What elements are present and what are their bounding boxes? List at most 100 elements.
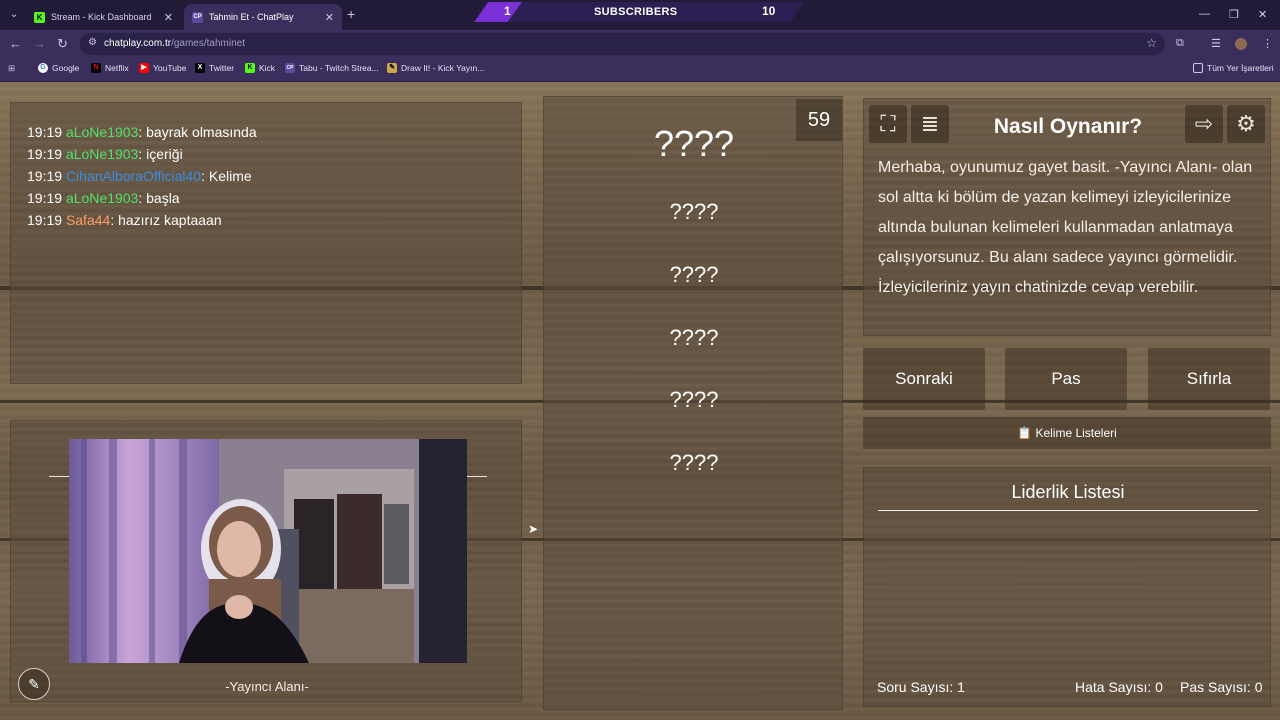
bookmark-label: Twitter (209, 63, 235, 73)
divider-line (49, 476, 69, 477)
close-icon[interactable]: ✕ (164, 11, 173, 24)
bookmark-label: Kick (259, 63, 276, 73)
hidden-forbidden-word: ???? (669, 262, 719, 287)
reload-icon[interactable]: ↻ (57, 36, 68, 52)
leaderboard-panel: Liderlik Listesi Soru Sayısı: 1 Hata Say… (863, 467, 1271, 707)
tab-title: Tahmin Et - ChatPlay (209, 12, 294, 22)
chat-user: Safa44 (65, 212, 111, 228)
hidden-forbidden-word: ???? (669, 325, 719, 350)
window-close-icon[interactable]: ✕ (1258, 8, 1267, 21)
google-icon: G (38, 63, 48, 73)
divider-line (878, 510, 1258, 511)
reset-button[interactable]: Sıfırla (1148, 348, 1270, 410)
chat-time: 19:19 (27, 190, 63, 206)
word-lists-button[interactable]: 📋 Kelime Listeleri (863, 417, 1271, 449)
bookmark-label: Tüm Yer İşaretleri (1207, 63, 1274, 73)
back-icon[interactable]: ← (9, 36, 22, 51)
x-icon: X (195, 63, 205, 73)
chat-text: : Kelime (201, 168, 252, 184)
settings-gear-icon[interactable]: ⚙ (1227, 105, 1265, 143)
chat-text: : hazırız kaptaaan (110, 212, 222, 228)
youtube-icon: ▶ (139, 63, 149, 73)
hidden-forbidden-word: ???? (669, 199, 719, 224)
drawit-icon: ✎ (387, 63, 397, 73)
media-icon[interactable]: ☰ (1211, 37, 1221, 50)
bookmarks-bar: ⊞ G Google N Netflix ▶ YouTube X Twitter K Ki… (0, 58, 1280, 82)
url-path: /games/tahminet (171, 38, 245, 49)
leaderboard-title: Liderlik Listesi (1011, 482, 1125, 502)
chatplay-icon: CP (285, 63, 295, 73)
chat-panel: 19:19 aLoNe1903: bayrak olmasında 19:19 … (10, 102, 522, 384)
streamer-area-caption: -Yayıncı Alanı- (225, 679, 309, 694)
apps-icon[interactable]: ⊞ (8, 63, 15, 74)
subscriber-goal-count: 10 (762, 4, 776, 18)
subscriber-bar-accent (474, 2, 522, 22)
new-tab-icon[interactable]: + (347, 6, 355, 22)
chat-user: CihanAlboraOfficial40 (65, 168, 202, 184)
menu-icon[interactable]: ⋮ (1262, 37, 1273, 50)
kick-icon: K (34, 11, 45, 23)
webcam-image (69, 439, 467, 663)
bookmark-star-icon[interactable]: ☆ (1146, 36, 1157, 50)
netflix-icon: N (91, 63, 101, 73)
kick-icon: K (245, 63, 255, 73)
chat-message: 19:19 Safa44: hazırız kaptaaan (27, 212, 222, 228)
forward-icon[interactable]: → (33, 36, 46, 51)
bookmark-tabu[interactable]: CP Tabu - Twitch Strea... (285, 63, 379, 73)
address-bar[interactable]: ⚙ chatplay.com.tr/games/tahminet ☆ (80, 33, 1165, 55)
chat-message: 19:19 aLoNe1903: bayrak olmasında (27, 124, 257, 140)
bookmark-label: YouTube (153, 63, 187, 73)
pencil-icon[interactable]: ✎ (18, 668, 50, 700)
minimize-icon[interactable]: — (1199, 8, 1210, 20)
chat-time: 19:19 (27, 168, 63, 184)
chat-text: : başla (138, 190, 180, 206)
game-page: 19:19 aLoNe1903: bayrak olmasında 19:19 … (0, 82, 1280, 720)
tab-search-icon[interactable]: ⌄ (6, 7, 22, 23)
restore-icon[interactable]: ❐ (1229, 8, 1239, 21)
subscriber-start-count: 1 (504, 4, 511, 18)
pass-count: Pas Sayısı: 0 (1180, 679, 1263, 695)
all-bookmarks[interactable]: Tüm Yer İşaretleri (1193, 63, 1274, 73)
bookmark-kick[interactable]: K Kick (245, 63, 275, 73)
folder-icon (1193, 63, 1203, 73)
pass-button[interactable]: Pas (1005, 348, 1127, 410)
chat-user: aLoNe1903 (65, 190, 139, 206)
chat-time: 19:19 (27, 146, 63, 162)
extensions-icon[interactable]: ⧉ (1176, 37, 1184, 50)
profile-avatar[interactable] (1235, 38, 1247, 50)
url-text[interactable]: chatplay.com.tr/games/tahminet (104, 38, 245, 49)
bookmark-drawit[interactable]: ✎ Draw It! - Kick Yayın... (387, 63, 484, 73)
next-button[interactable]: Sonraki (863, 348, 985, 410)
chatplay-icon: CP (192, 11, 203, 23)
url-host: chatplay.com.tr (104, 38, 172, 49)
error-count: Hata Sayısı: 0 (1075, 679, 1163, 695)
bookmark-youtube[interactable]: ▶ YouTube (139, 63, 186, 73)
question-count: Soru Sayısı: 1 (877, 679, 965, 695)
close-icon[interactable]: ✕ (325, 11, 334, 24)
chat-message: 19:19 aLoNe1903: başla (27, 190, 180, 206)
bookmark-netflix[interactable]: N Netflix (91, 63, 129, 73)
tab-kick-dashboard[interactable]: K Stream - Kick Dashboard ✕ (26, 4, 181, 30)
site-info-icon[interactable]: ⚙ (88, 37, 97, 48)
how-to-play-body: Merhaba, oyunumuz gayet basit. -Yayıncı … (878, 159, 1253, 296)
streamer-area-panel: -Yayıncı Alanı- ✎ (10, 420, 522, 702)
how-to-play-panel: ⛶ ≣ Nasıl Oynanır? ⇨ ⚙ Merhaba, oyunumuz… (863, 98, 1271, 336)
hidden-target-word: ???? (653, 123, 735, 164)
chat-time: 19:19 (27, 212, 63, 228)
bookmark-twitter[interactable]: X Twitter (195, 63, 234, 73)
tab-title: Stream - Kick Dashboard (51, 12, 152, 22)
bookmark-label: Google (52, 63, 80, 73)
chat-time: 19:19 (27, 124, 63, 140)
chat-user: aLoNe1903 (65, 124, 139, 140)
bookmark-label: Draw It! - Kick Yayın... (401, 63, 485, 73)
hidden-forbidden-word: ???? (669, 450, 719, 475)
tab-bar: ⌄ K Stream - Kick Dashboard ✕ CP Tahmin … (0, 0, 1280, 30)
tab-chatplay[interactable]: CP Tahmin Et - ChatPlay ✕ (184, 4, 342, 30)
chat-user: aLoNe1903 (65, 146, 139, 162)
hidden-forbidden-word: ???? (669, 387, 719, 412)
exit-icon[interactable]: ⇨ (1185, 105, 1223, 143)
address-row: ← → ↻ ⚙ chatplay.com.tr/games/tahminet ☆… (0, 30, 1280, 58)
bookmark-label: Tabu - Twitch Strea... (299, 63, 379, 73)
mouse-cursor-icon: ➤ (528, 522, 539, 536)
bookmark-google[interactable]: G Google (38, 63, 79, 73)
